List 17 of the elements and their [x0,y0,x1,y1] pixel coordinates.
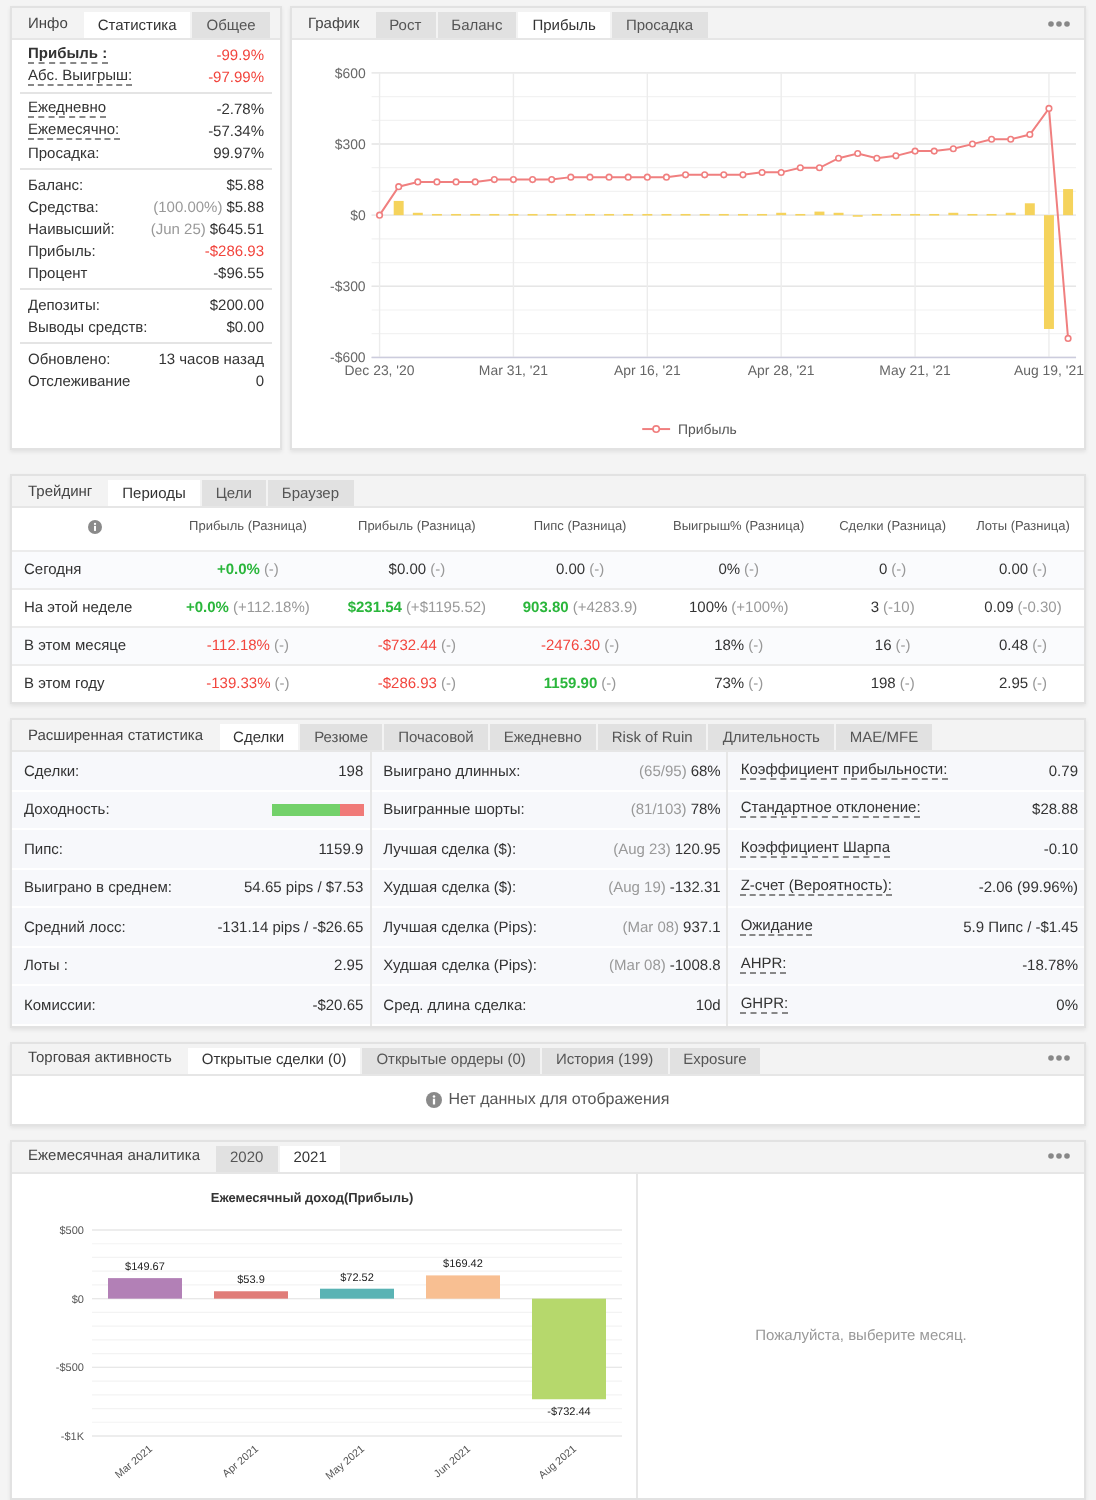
bar [1024,203,1035,216]
bar [108,1277,182,1298]
more-icon[interactable] [1048,19,1070,27]
info-icon [426,1091,443,1107]
more-icon[interactable] [1048,1054,1070,1062]
bar [393,200,404,216]
legend-marker-icon [641,425,672,434]
empty-message: Нет данных для отображения [448,1087,670,1111]
bar [426,1274,500,1298]
info-icon [88,520,102,535]
bar [532,1297,606,1399]
bar [320,1287,394,1298]
bar [814,211,825,216]
bar [1063,189,1074,216]
bar [1044,215,1054,329]
more-icon[interactable] [1048,1152,1070,1160]
bar [214,1290,288,1298]
